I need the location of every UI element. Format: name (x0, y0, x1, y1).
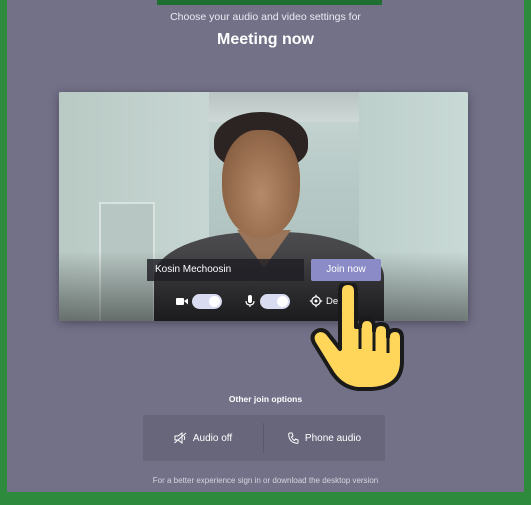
person-face (222, 130, 300, 238)
top-accent-bar (157, 0, 382, 5)
microphone-icon (245, 295, 255, 307)
phone-audio-option[interactable]: Phone audio (264, 415, 385, 461)
other-join-options-heading: Other join options (228, 394, 303, 404)
footer-note[interactable]: For a better experience sign in or downl… (7, 476, 524, 485)
pre-join-screen: Choose your audio and video settings for… (7, 0, 524, 492)
phone-icon (288, 432, 299, 444)
microphone-toggle[interactable] (260, 294, 290, 309)
video-preview: Kosin Mechoosin Join now De (59, 92, 468, 321)
camera-toggle[interactable] (192, 294, 222, 309)
speaker-muted-icon (174, 432, 187, 444)
video-camera-icon (176, 298, 188, 305)
display-name-field[interactable]: Kosin Mechoosin (147, 259, 304, 281)
window-border-bottom (0, 492, 531, 505)
hand-pointer-cursor (310, 283, 404, 391)
join-now-button[interactable]: Join now (311, 259, 381, 281)
window-border-left (0, 0, 7, 505)
window-border-right (524, 0, 531, 505)
settings-subtitle: Choose your audio and video settings for (170, 11, 361, 23)
device-controls: De (59, 290, 468, 312)
audio-off-option[interactable]: Audio off (143, 415, 263, 461)
phone-audio-label: Phone audio (304, 432, 362, 444)
meeting-title: Meeting now (217, 31, 314, 48)
audio-off-label: Audio off (192, 432, 233, 444)
other-join-options: Audio off Phone audio (143, 415, 385, 461)
